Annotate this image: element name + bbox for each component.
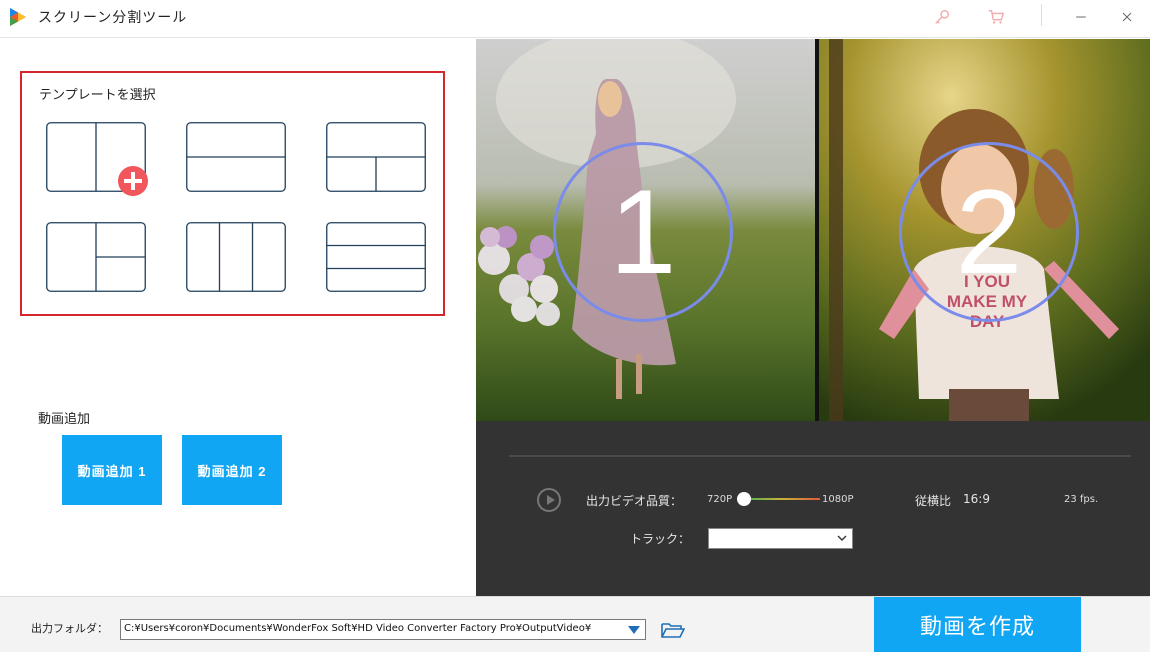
cart-icon[interactable] — [985, 6, 1007, 28]
template-split-top-bottom-halves[interactable] — [326, 122, 426, 192]
video-preview: 1 I YOU MAKE MY DAY 2 — [476, 39, 1150, 421]
bottom-bar: 出力フォルダ： C:¥Users¥coron¥Documents¥WonderF… — [0, 596, 1150, 652]
pane-1-number: 1 — [553, 142, 733, 322]
output-folder-path: C:¥Users¥coron¥Documents¥WonderFox Soft¥… — [124, 623, 592, 634]
timeline-bar[interactable] — [509, 455, 1131, 457]
template-split-vertical-3[interactable] — [186, 222, 286, 292]
output-folder-field[interactable]: C:¥Users¥coron¥Documents¥WonderFox Soft¥… — [120, 619, 646, 640]
aspect-label: 従横比 — [915, 494, 952, 508]
track-label: トラック： — [630, 532, 691, 546]
folder-open-icon[interactable] — [661, 621, 685, 639]
add-video-2-button[interactable]: 動画追加 2 — [182, 435, 282, 505]
aspect-value: 16:9 — [963, 492, 990, 506]
close-icon[interactable] — [1116, 6, 1138, 28]
fps-label: 23 fps. — [1064, 494, 1099, 505]
pane-2-number: 2 — [899, 142, 1079, 322]
dropdown-arrow-icon[interactable] — [627, 625, 641, 635]
control-panel: 出力ビデオ品質： 720P 1080P 従横比 16:9 23 fps. トラッ… — [476, 421, 1150, 596]
template-split-horizontal-2[interactable] — [186, 122, 286, 192]
create-video-button[interactable]: 動画を作成 — [874, 597, 1081, 652]
titlebar-separator — [1041, 4, 1042, 26]
add-video-label: 動画追加 — [38, 412, 91, 427]
chevron-down-icon — [837, 535, 847, 541]
quality-slider-track[interactable] — [744, 498, 820, 500]
title-bar: スクリーン分割ツール — [0, 0, 1150, 38]
output-folder-label: 出力フォルダ： — [31, 622, 108, 635]
template-selector: テンプレートを選択 — [20, 71, 445, 316]
play-icon[interactable] — [537, 488, 561, 512]
template-split-horizontal-3[interactable] — [326, 222, 426, 292]
quality-min-label: 720P — [707, 494, 733, 505]
quality-slider-knob[interactable] — [737, 492, 751, 506]
track-select[interactable] — [708, 528, 853, 549]
quality-label: 出力ビデオ品質： — [586, 494, 683, 508]
left-panel: テンプレートを選択 動画追加 動画追加 1 動画追加 2 — [0, 39, 476, 596]
app-logo-icon — [10, 8, 26, 26]
preview-pane-1[interactable]: 1 — [476, 39, 815, 421]
app-title: スクリーン分割ツール — [38, 10, 188, 26]
template-split-left-right-halves[interactable] — [46, 222, 146, 292]
add-template-icon[interactable] — [117, 165, 149, 197]
template-label: テンプレートを選択 — [39, 88, 156, 103]
minimize-icon[interactable] — [1070, 6, 1092, 28]
preview-pane-2[interactable]: I YOU MAKE MY DAY 2 — [819, 39, 1150, 421]
add-video-1-button[interactable]: 動画追加 1 — [62, 435, 162, 505]
quality-max-label: 1080P — [822, 494, 854, 505]
key-icon[interactable] — [931, 6, 953, 28]
